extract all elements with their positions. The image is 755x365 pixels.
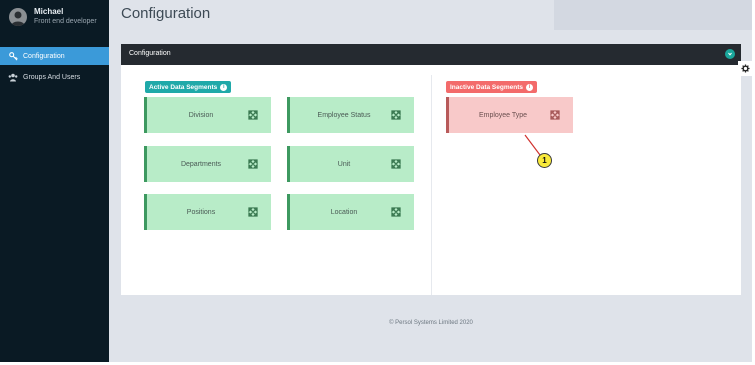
callout-marker: 1 <box>537 153 552 168</box>
callout-pointer-line <box>524 134 541 156</box>
footer-copyright: © Persol Systems Limited 2020 <box>389 320 473 326</box>
app-window: Michael Front end developer Configuratio… <box>0 0 752 362</box>
